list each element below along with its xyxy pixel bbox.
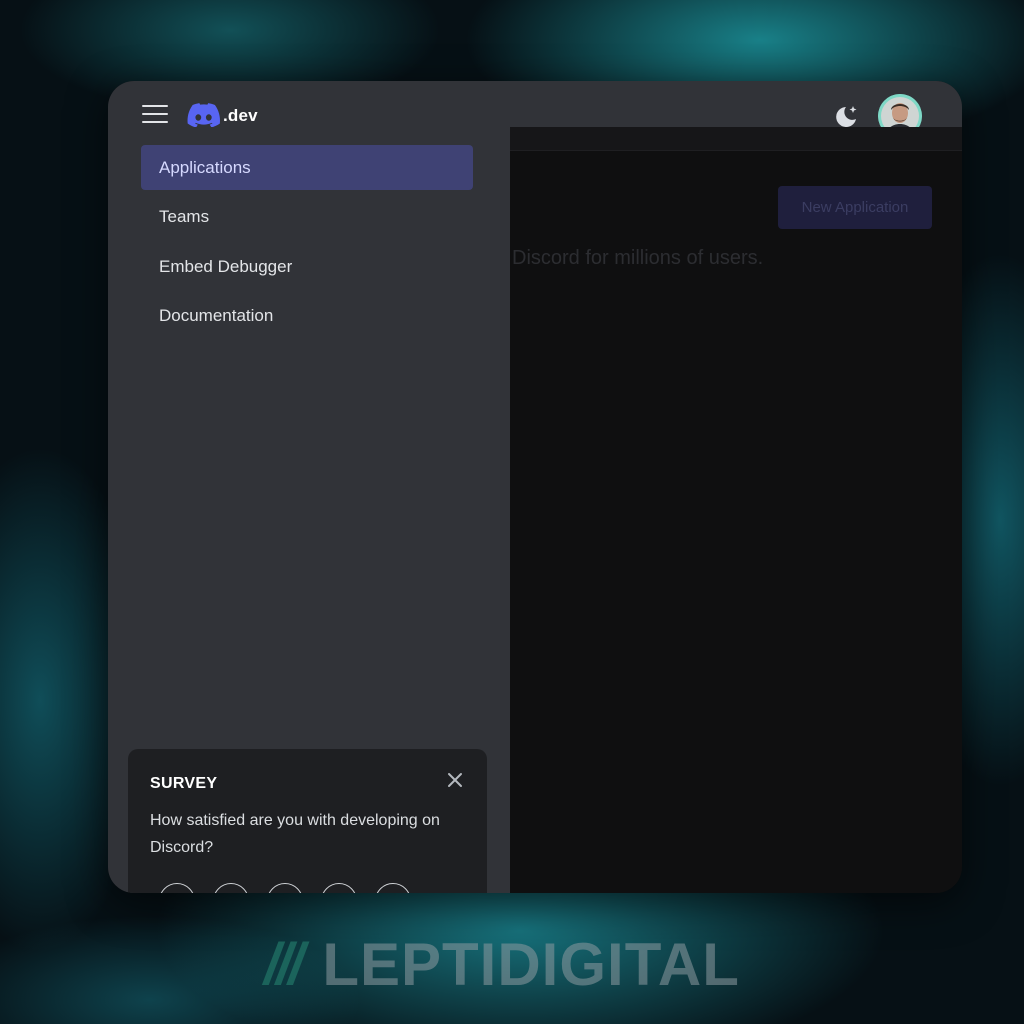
new-application-button[interactable]: New Application: [778, 186, 932, 229]
survey-question: How satisfied are you with developing on…: [150, 812, 440, 856]
sidebar-item-teams[interactable]: Teams: [141, 194, 473, 239]
survey-title: SURVEY: [150, 775, 218, 792]
main-header-strip: [510, 127, 962, 151]
top-bar: .dev: [108, 81, 962, 138]
rating-button-5[interactable]: 5: [375, 883, 411, 893]
developer-portal-window: .dev Applications Teams Embed Debugger D…: [108, 81, 962, 893]
sidebar-item-applications[interactable]: Applications: [141, 145, 473, 190]
watermark-text: LEPTIDIGITAL: [322, 930, 740, 998]
survey-card: SURVEY How satisfied are you with develo…: [128, 749, 487, 893]
hamburger-menu-icon[interactable]: [142, 105, 168, 125]
rating-button-4[interactable]: 4: [321, 883, 357, 893]
leptidigital-watermark: /// LEPTIDIGITAL: [264, 924, 740, 1004]
sidebar-item-embed-debugger[interactable]: Embed Debugger: [141, 244, 473, 289]
main-description-text: Discord for millions of users.: [512, 247, 764, 269]
watermark-slashes: ///: [264, 931, 304, 997]
logo-suffix: .dev: [223, 106, 258, 125]
rating-button-3[interactable]: 3: [267, 883, 303, 893]
sidebar: Applications Teams Embed Debugger Docume…: [108, 127, 510, 893]
discord-dev-logo[interactable]: .dev: [187, 102, 258, 130]
close-icon[interactable]: [444, 769, 466, 791]
sidebar-item-documentation[interactable]: Documentation: [141, 293, 473, 338]
discord-logo-icon: [187, 103, 221, 128]
rating-options: 1 2 3 4 5: [159, 883, 411, 893]
rating-button-1[interactable]: 1: [159, 883, 195, 893]
rating-button-2[interactable]: 2: [213, 883, 249, 893]
